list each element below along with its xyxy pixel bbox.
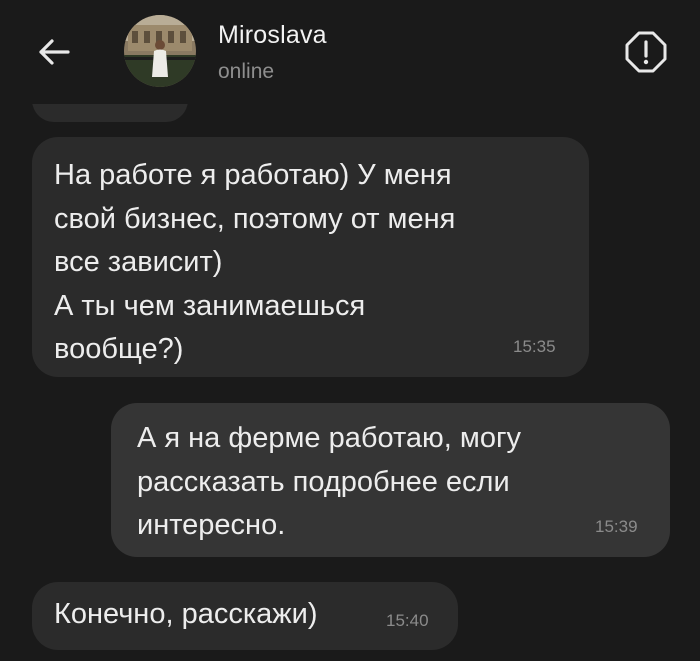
- message-text: На работе я работаю) У меня свой бизнес,…: [54, 159, 456, 365]
- message-bubble-incoming[interactable]: Конечно, расскажи) 15:40: [32, 582, 458, 650]
- message-text: А я на ферме работаю, могу рассказать по…: [137, 422, 522, 541]
- arrow-left-icon: [39, 39, 70, 65]
- message-time: 15:35: [513, 337, 556, 356]
- message-text: Конечно, расскажи): [54, 598, 318, 630]
- message-time: 15:40: [386, 611, 429, 630]
- alert-circle-icon: [625, 31, 667, 73]
- message-time: 15:39: [595, 517, 638, 536]
- avatar[interactable]: [124, 15, 196, 87]
- message-bubble-incoming[interactable]: На работе я работаю) У меня свой бизнес,…: [32, 137, 589, 377]
- contact-name[interactable]: Miroslava: [218, 21, 327, 50]
- chat-header: Miroslava online: [0, 0, 700, 104]
- contact-status: online: [218, 60, 275, 83]
- report-button[interactable]: [618, 24, 674, 80]
- message-bubble-outgoing[interactable]: А я на ферме работаю, могу рассказать по…: [111, 403, 670, 557]
- back-button[interactable]: [28, 26, 80, 78]
